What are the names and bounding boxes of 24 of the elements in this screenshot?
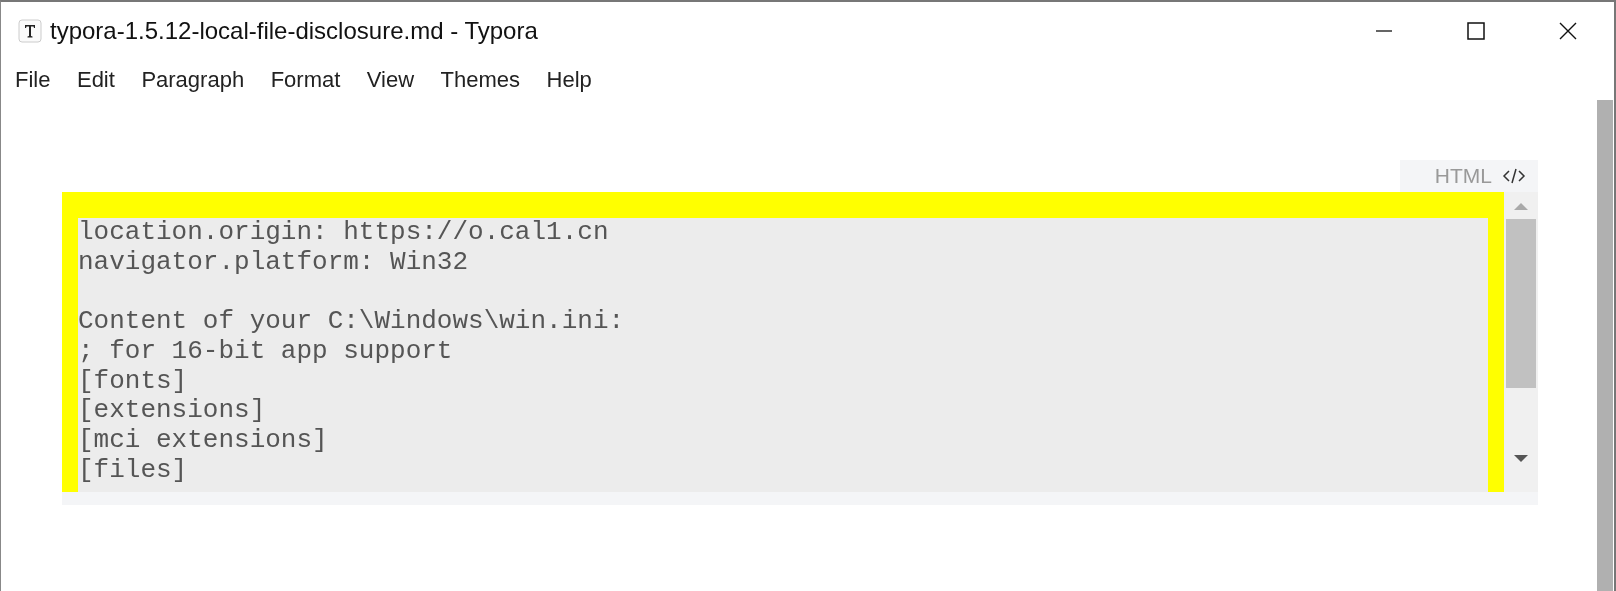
- menu-item[interactable]: Edit: [76, 67, 115, 93]
- inner-scrollbar[interactable]: [1504, 192, 1538, 492]
- app-icon: [18, 19, 42, 43]
- menu-item[interactable]: Paragraph: [141, 67, 245, 93]
- code-icon[interactable]: [1502, 166, 1526, 186]
- menu-item[interactable]: File: [15, 67, 51, 93]
- menu-item[interactable]: Format: [270, 67, 341, 93]
- minimize-icon: [1376, 30, 1392, 32]
- window-scrollbar[interactable]: [1597, 100, 1613, 591]
- output-line: navigator.platform: Win32: [78, 247, 470, 278]
- html-label: HTML: [1434, 164, 1492, 188]
- output-line: [mci extensions]: [78, 425, 329, 456]
- menu-item[interactable]: Themes: [440, 67, 521, 93]
- menu-item[interactable]: Help: [546, 67, 592, 93]
- window-title: typora-1.5.12-local-file-disclosure.md - Typora: [50, 17, 538, 45]
- output-line: [extensions]: [78, 396, 267, 426]
- menu-item[interactable]: View: [366, 67, 415, 93]
- output-line: Content of your C:\Windows\win.ini:: [78, 307, 626, 337]
- output-line: location.origin: https://o.cal1.cn: [78, 218, 610, 248]
- output-line: [files]: [78, 455, 189, 486]
- output-line: [fonts]: [78, 366, 189, 397]
- output-line: ; for 16-bit app support: [78, 336, 454, 367]
- maximize-icon: [1467, 22, 1485, 40]
- close-icon: [1559, 22, 1577, 40]
